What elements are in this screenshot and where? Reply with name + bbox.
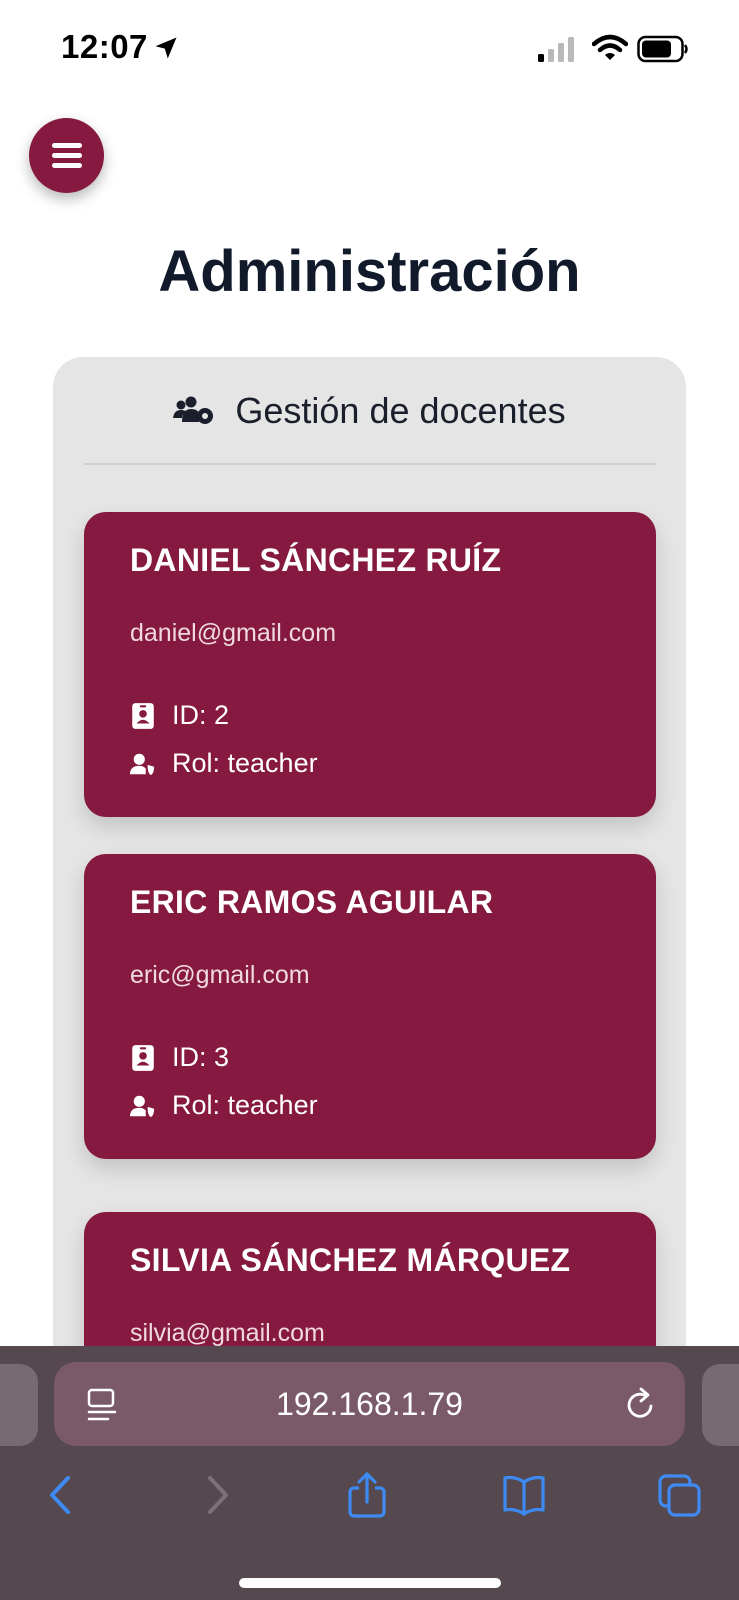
tabs-icon[interactable] — [658, 1472, 702, 1518]
next-tab-peek[interactable] — [702, 1364, 739, 1446]
teacher-role: Rol: teacher — [172, 1090, 318, 1120]
teacher-email: daniel@gmail.com — [130, 619, 337, 647]
teacher-name: ERIC RAMOS AGUILAR — [130, 884, 494, 920]
status-bar: 12:07 — [0, 0, 739, 100]
reload-icon[interactable] — [624, 1386, 658, 1422]
wifi-icon — [592, 34, 628, 60]
teacher-id: ID: 3 — [172, 1042, 230, 1072]
browser-toolbar: 192.168.1.79 — [0, 1346, 739, 1600]
users-cog-icon — [173, 396, 214, 424]
menu-button[interactable] — [29, 118, 104, 193]
location-arrow-icon — [155, 37, 177, 59]
status-time: 12:07 — [61, 28, 148, 65]
user-shield-icon — [130, 1095, 155, 1117]
teacher-card[interactable]: DANIEL SÁNCHEZ RUÍZ daniel@gmail.com ID:… — [84, 512, 656, 817]
battery-icon — [637, 35, 688, 63]
teacher-role-row: Rol: teacher — [130, 1090, 318, 1121]
forward-icon[interactable] — [196, 1472, 240, 1518]
teacher-id-row: ID: 2 — [130, 700, 229, 731]
url-text: 192.168.1.79 — [276, 1386, 463, 1422]
user-shield-icon — [130, 753, 155, 775]
teacher-card[interactable]: ERIC RAMOS AGUILAR eric@gmail.com ID: 3 … — [84, 854, 656, 1159]
page-title: Administración — [158, 239, 581, 304]
hamburger-menu-icon — [51, 138, 82, 173]
teacher-name: DANIEL SÁNCHEZ RUÍZ — [130, 542, 502, 578]
teacher-name: SILVIA SÁNCHEZ MÁRQUEZ — [130, 1242, 571, 1278]
cellular-signal-icon — [538, 37, 574, 62]
panel-title: Gestión de docentes — [235, 390, 566, 431]
teacher-email: silvia@gmail.com — [130, 1319, 325, 1347]
panel-header: Gestión de docentes — [53, 385, 686, 437]
id-badge-icon — [132, 702, 154, 729]
share-icon[interactable] — [346, 1472, 390, 1518]
previous-tab-peek[interactable] — [0, 1364, 38, 1446]
bookmarks-icon[interactable] — [502, 1472, 546, 1518]
id-badge-icon — [132, 1044, 154, 1071]
teacher-id: ID: 2 — [172, 700, 230, 730]
teacher-role: Rol: teacher — [172, 748, 318, 778]
teacher-email: eric@gmail.com — [130, 961, 310, 989]
teacher-role-row: Rol: teacher — [130, 748, 318, 779]
home-indicator — [239, 1578, 501, 1588]
panel-divider — [84, 463, 656, 465]
address-bar[interactable]: 192.168.1.79 — [54, 1362, 685, 1446]
teacher-management-panel: Gestión de docentes DANIEL SÁNCHEZ RUÍZ … — [53, 357, 686, 1517]
back-icon[interactable] — [40, 1472, 84, 1518]
teacher-id-row: ID: 3 — [130, 1042, 229, 1073]
